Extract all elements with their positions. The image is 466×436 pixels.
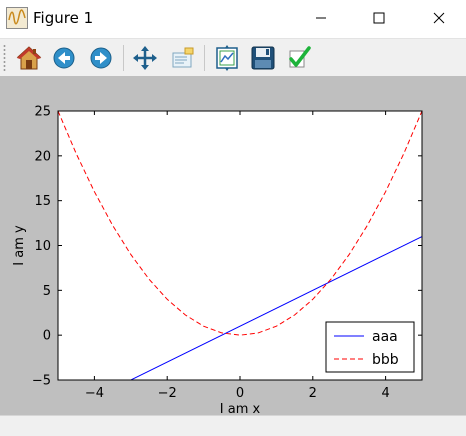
zoom-rect-icon (172, 47, 194, 68)
home-icon (16, 46, 42, 70)
pan-button[interactable] (130, 43, 160, 73)
subplots-button[interactable] (212, 43, 242, 73)
move-arrows-icon (133, 46, 157, 70)
title-bar: Figure 1 (0, 0, 466, 38)
forward-button[interactable] (86, 43, 116, 73)
floppy-disk-icon (251, 46, 275, 70)
plot-svg: −4 −2 0 2 4 −5 0 5 10 15 20 25 I am x I am y aaa bb… (12, 105, 423, 415)
x-tick-label: −4 (85, 386, 104, 401)
close-icon (433, 12, 445, 24)
edit-params-button[interactable] (284, 43, 314, 73)
x-tick-label: 0 (236, 386, 244, 401)
checkmark-icon (289, 46, 311, 68)
y-axis-label: I am y (12, 225, 27, 266)
legend-label-aaa: aaa (372, 329, 398, 345)
window-title: Figure 1 (33, 9, 94, 27)
y-tick-label: 15 (34, 194, 51, 209)
figure-canvas[interactable]: −4 −2 0 2 4 −5 0 5 10 15 20 25 I am x I am y aaa bb… (0, 76, 466, 415)
maximize-icon (373, 12, 385, 24)
x-tick-label: 2 (309, 386, 317, 401)
zoom-button[interactable] (167, 43, 197, 73)
y-tick-label: 0 (43, 329, 51, 344)
maximize-button[interactable] (356, 0, 402, 36)
save-button[interactable] (248, 43, 278, 73)
matplotlib-figure-icon (6, 7, 28, 29)
y-tick-label: 5 (43, 284, 51, 299)
y-tick-label: 10 (34, 239, 51, 254)
legend-box (325, 321, 415, 373)
x-tick-label: 4 (381, 386, 389, 401)
status-bar (0, 415, 466, 436)
x-axis-label: I am x (220, 402, 261, 415)
toolbar-separator (123, 45, 124, 71)
y-tick-label: 25 (34, 105, 51, 120)
x-tick-label: −2 (158, 386, 177, 401)
arrow-left-icon (53, 47, 75, 69)
minimize-button[interactable] (298, 0, 344, 36)
toolbar-grip[interactable] (3, 44, 6, 72)
minimize-icon (316, 17, 326, 19)
arrow-right-icon (90, 47, 112, 69)
y-tick-label: −5 (32, 374, 51, 389)
navigation-toolbar (0, 38, 466, 76)
legend-label-bbb: bbb (372, 352, 399, 368)
subplots-config-icon (216, 45, 238, 71)
close-button[interactable] (416, 0, 462, 36)
y-tick-label: 20 (34, 149, 51, 164)
legend: aaa bbb (325, 321, 415, 373)
home-button[interactable] (14, 43, 44, 73)
back-button[interactable] (49, 43, 79, 73)
toolbar-separator (204, 45, 205, 71)
